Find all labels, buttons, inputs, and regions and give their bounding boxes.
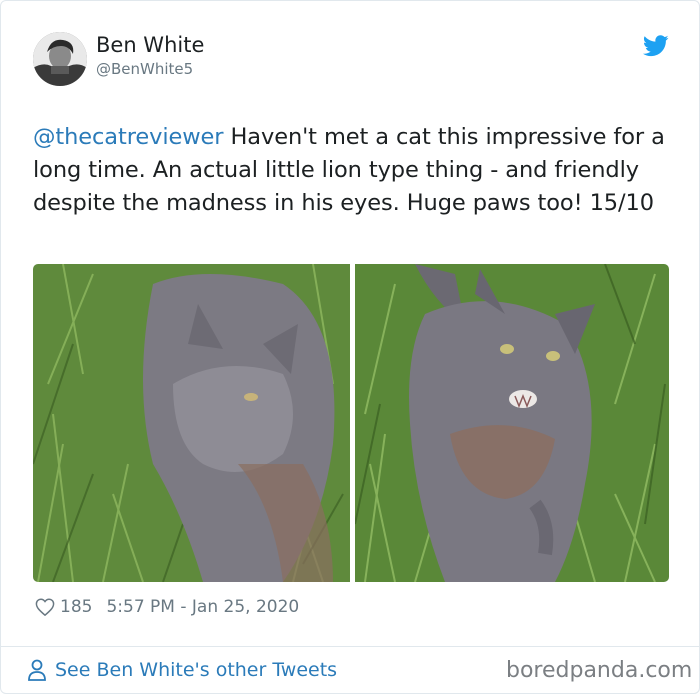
person-icon [28,659,46,681]
photo-grid [33,264,669,582]
author-handle[interactable]: @BenWhite5 [96,59,193,79]
tweet-text: @thecatreviewer Haven't met a cat this i… [33,121,681,220]
like-count[interactable]: 185 [60,594,92,620]
avatar[interactable] [33,32,87,86]
tweet-meta: 185 5:57 PM - Jan 25, 2020 [35,594,299,620]
twitter-bird-icon[interactable] [643,35,669,57]
tweet-timestamp[interactable]: 5:57 PM - Jan 25, 2020 [106,594,299,620]
see-other-tweets-label[interactable]: See Ben White's other Tweets [55,659,337,681]
photo-right[interactable] [355,264,669,582]
photo-left[interactable] [33,264,350,582]
heart-icon[interactable] [35,598,55,616]
watermark: boredpanda.com [506,658,693,683]
author-name[interactable]: Ben White [96,32,204,58]
footer-divider [1,646,699,647]
cat-photo-lying [33,264,350,582]
tweet-card: Ben White @BenWhite5 @thecatreviewer Hav… [0,0,700,694]
see-other-tweets-link[interactable]: See Ben White's other Tweets [27,656,337,684]
cat-photo-meowing [355,264,669,582]
mention-link[interactable]: @thecatreviewer [33,124,224,150]
avatar-photo [33,32,87,86]
